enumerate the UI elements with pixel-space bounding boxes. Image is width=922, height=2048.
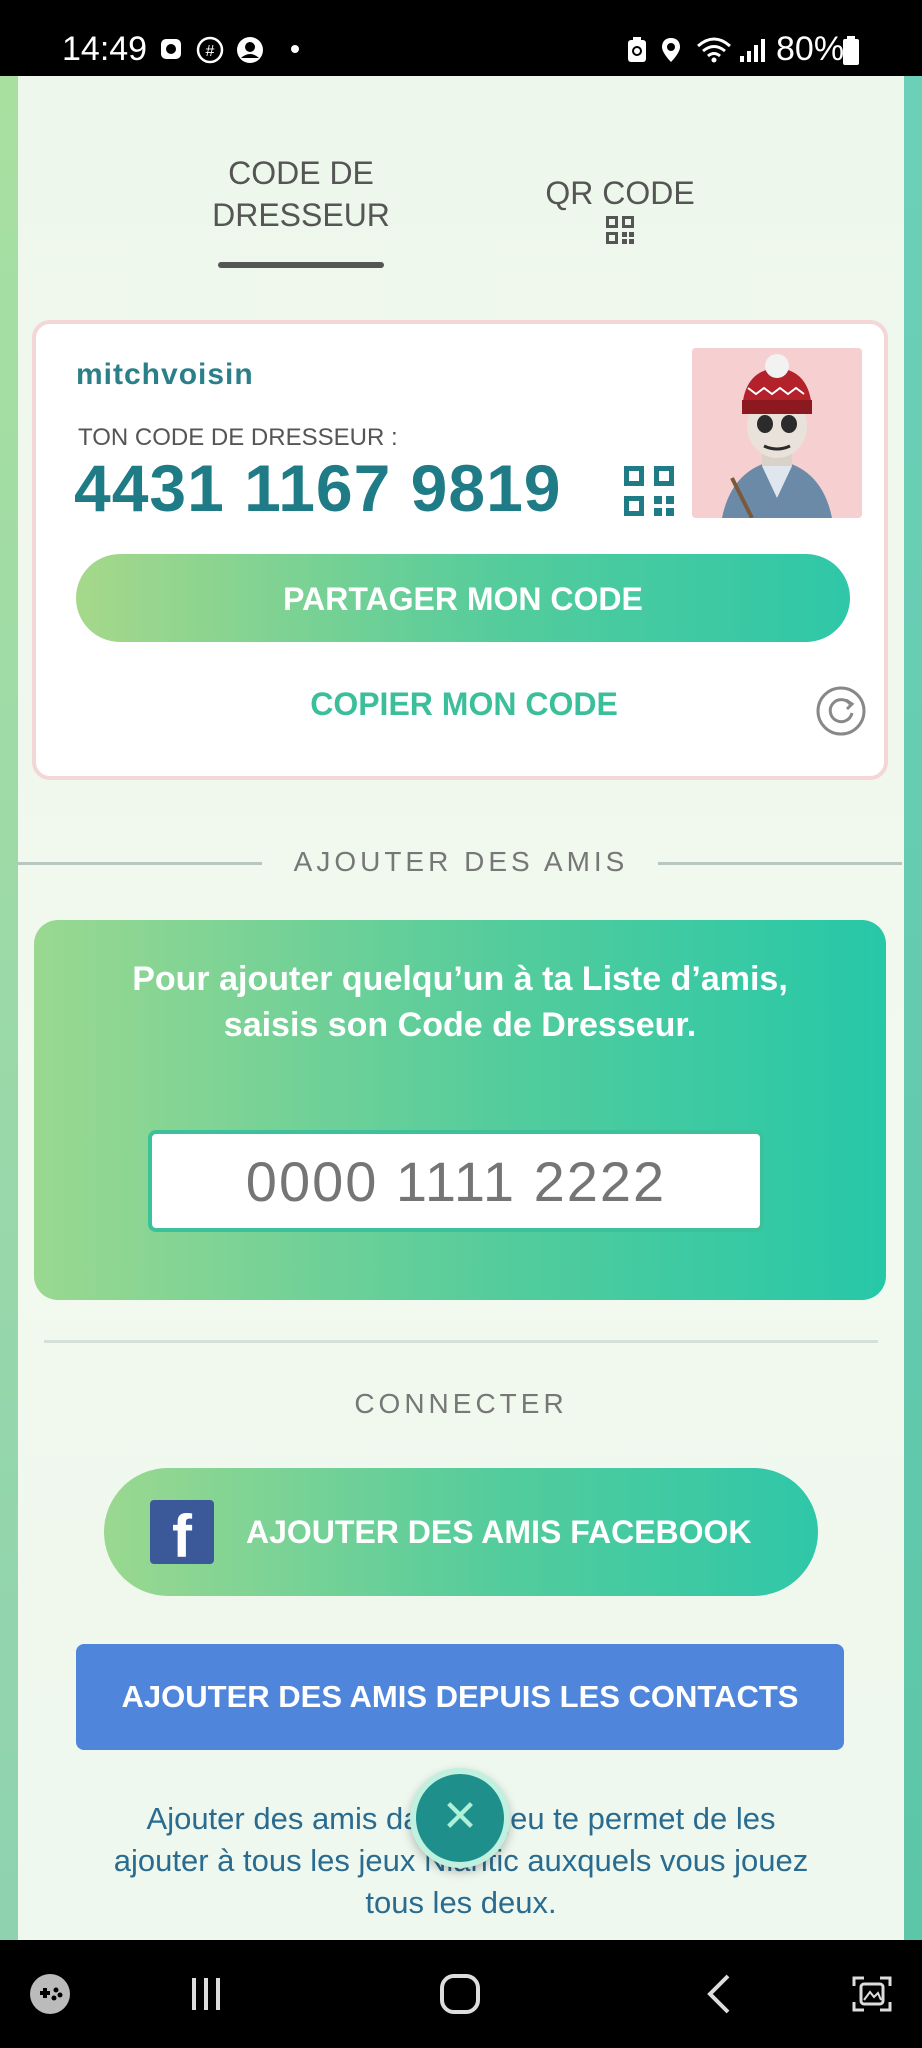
battery-icon xyxy=(842,36,860,65)
add-friends-title: AJOUTER DES AMIS xyxy=(293,846,629,877)
back-icon[interactable] xyxy=(680,1940,760,2048)
left-edge xyxy=(0,76,18,1940)
status-bar: 14:49 # 80% xyxy=(0,0,922,76)
trainer-avatar xyxy=(692,348,862,518)
active-tab-indicator xyxy=(218,262,384,268)
recent-apps-icon[interactable] xyxy=(166,1940,246,2048)
tab-trainer-code[interactable]: CODE DE DRESSEUR xyxy=(190,152,412,236)
trainer-code-card: mitchvoisin TON CODE DE DRESSEUR : 4431 … xyxy=(32,320,888,780)
close-icon: ✕ xyxy=(441,1792,479,1841)
add-contacts-friends-button[interactable]: AJOUTER DES AMIS DEPUIS LES CONTACTS xyxy=(76,1644,844,1750)
refresh-icon[interactable] xyxy=(816,686,866,736)
add-facebook-friends-button[interactable]: f AJOUTER DES AMIS FACEBOOK xyxy=(104,1468,818,1596)
friend-code-input[interactable] xyxy=(148,1130,764,1232)
svg-text:#: # xyxy=(206,43,215,60)
trainer-username: mitchvoisin xyxy=(76,358,254,391)
right-edge xyxy=(904,76,922,1940)
signal-icon xyxy=(738,36,768,62)
location-icon xyxy=(658,36,684,62)
trainer-code-label: TON CODE DE DRESSEUR : xyxy=(78,424,398,451)
friend-screen: CODE DE DRESSEUR QR CODE mitchvoisin TON… xyxy=(0,76,922,1940)
home-icon[interactable] xyxy=(420,1940,500,2048)
facebook-icon: f xyxy=(150,1500,214,1570)
tab-trainer-code-line2: DRESSEUR xyxy=(212,197,390,233)
tab-qr-code[interactable]: QR CODE xyxy=(520,172,720,250)
system-nav-bar xyxy=(0,1940,922,2048)
alarm-icon xyxy=(158,36,184,62)
add-friend-instructions: Pour ajouter quelqu’un à ta Liste d’amis… xyxy=(132,960,788,1044)
battery-saver-icon xyxy=(624,36,650,62)
battery-percent: 80% xyxy=(776,30,845,68)
tab-trainer-code-line1: CODE DE xyxy=(228,155,374,191)
qr-small-icon xyxy=(520,214,720,250)
status-time: 14:49 xyxy=(62,30,148,68)
close-button[interactable]: ✕ xyxy=(410,1768,510,1868)
qr-code-icon[interactable] xyxy=(622,464,676,518)
add-friend-panel: Pour ajouter quelqu’un à ta Liste d’amis… xyxy=(34,920,886,1300)
connect-title: CONNECTER xyxy=(354,1388,568,1419)
facebook-button-label: AJOUTER DES AMIS FACEBOOK xyxy=(246,1514,752,1550)
share-code-button[interactable]: PARTAGER MON CODE xyxy=(76,554,850,642)
copy-code-button[interactable]: COPIER MON CODE xyxy=(36,654,892,754)
trainer-code-value: 4431 1167 9819 xyxy=(74,451,562,525)
account-icon xyxy=(236,36,263,63)
connect-divider xyxy=(44,1340,878,1343)
game-launcher-icon[interactable] xyxy=(18,1940,82,2048)
hashtag-icon: # xyxy=(196,36,224,64)
wifi-icon xyxy=(696,36,732,63)
screenshot-icon[interactable] xyxy=(840,1940,904,2048)
tab-qr-code-label: QR CODE xyxy=(545,175,695,211)
dot-icon xyxy=(282,36,308,62)
